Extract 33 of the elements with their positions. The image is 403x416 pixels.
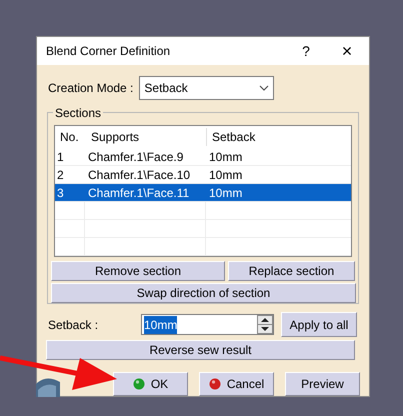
ok-button[interactable]: OK	[113, 372, 188, 396]
creation-mode-dropdown[interactable]: Setback	[139, 76, 274, 100]
ok-dot-icon	[132, 378, 145, 390]
table-cell-text: 10mm	[208, 184, 244, 202]
cancel-dot-icon	[208, 378, 221, 390]
swap-direction-button[interactable]: Swap direction of section	[51, 283, 356, 303]
column-header: No.	[59, 129, 80, 146]
window-title: Blend Corner Definition	[46, 43, 172, 60]
chevron-icon	[259, 85, 270, 91]
column-header: Setback	[211, 129, 256, 146]
table-cell-text: 10mm	[208, 166, 244, 184]
apply-to-all-button[interactable]: Apply to all	[281, 312, 357, 337]
field-label: Creation Mode :	[48, 80, 134, 97]
help-button[interactable]: ?	[291, 40, 321, 62]
replace-section-button[interactable]: Replace section	[228, 261, 355, 281]
spinner-icon[interactable]	[257, 315, 273, 334]
setback-input[interactable]: 10mm	[141, 314, 274, 335]
table-cell-text: 2	[56, 166, 65, 184]
table-row[interactable]: 3 Chamfer.1\Face.11 10mm	[55, 184, 351, 202]
table-row[interactable]: 1 Chamfer.1\Face.9 10mm	[55, 148, 351, 166]
table-cell-text: 1	[56, 148, 65, 166]
table-cell-text: Chamfer.1\Face.9	[87, 148, 184, 166]
table-cell-text: 10mm	[208, 148, 244, 166]
reverse-sew-button[interactable]: Reverse sew result	[46, 340, 355, 360]
field-label: Setback :	[48, 316, 100, 334]
table-cell-text: 3	[56, 184, 65, 202]
cancel-button[interactable]: Cancel	[199, 372, 274, 396]
column-header: Supports	[86, 128, 207, 146]
remove-section-button[interactable]: Remove section	[51, 261, 225, 281]
table-cell-text: Chamfer.1\Face.10	[87, 166, 192, 184]
close-button[interactable]: ×	[335, 38, 359, 64]
preview-button[interactable]: Preview	[285, 372, 360, 396]
table-cell-text: Chamfer.1\Face.11	[87, 184, 190, 202]
